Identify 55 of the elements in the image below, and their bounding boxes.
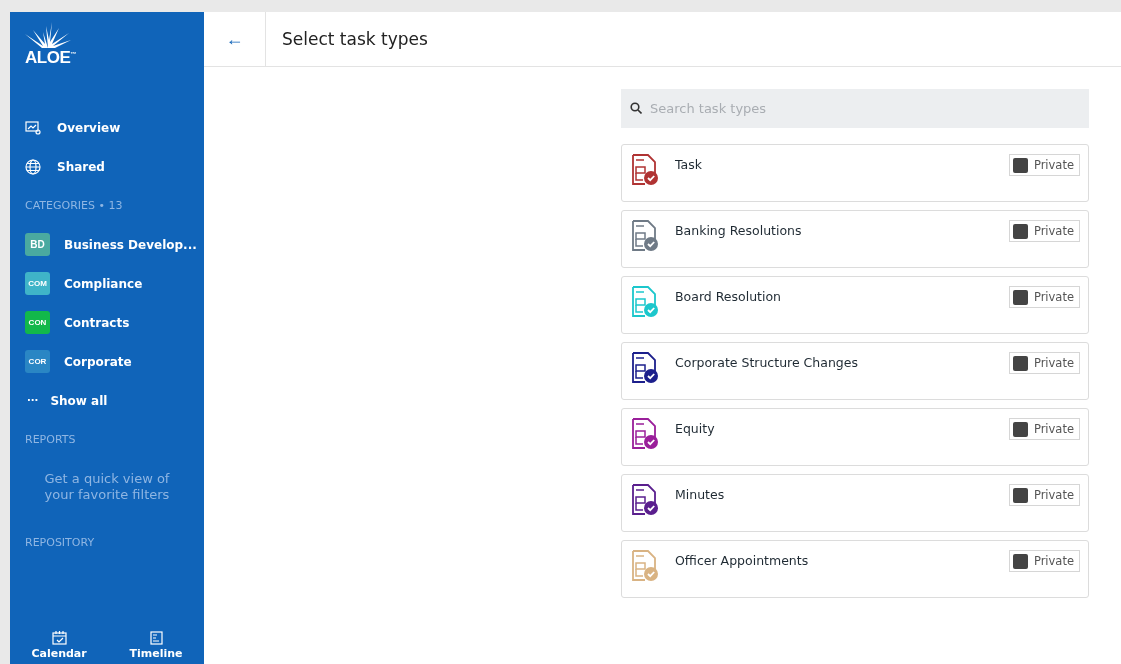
category-label: Corporate [64,354,132,369]
nav-item[interactable]: Overview [10,108,204,147]
nav-item[interactable]: Shared [10,147,204,186]
empty-reports-text: Get a quick view of your favorite filters [43,470,171,504]
logo-burst-icon [25,22,71,48]
calendar-icon [51,631,67,645]
category-label: Contracts [64,315,130,330]
task-type-card[interactable]: Board Resolution Private [621,276,1089,334]
timeline-icon [149,631,163,645]
nav-label: Overview [57,120,121,135]
section-heading: CATEGORIES • 13 [24,198,124,214]
task-type-card[interactable]: Officer Appointments Private [621,540,1089,598]
task-type-name: Task [675,156,703,172]
task-type-card[interactable]: Minutes Private [621,474,1089,532]
category-badge: COR [25,350,50,373]
bottom-nav-button[interactable]: Timeline [129,631,183,660]
search-field[interactable]: Search task types [621,89,1089,128]
private-checkbox[interactable]: Private [1008,484,1080,506]
category-item[interactable]: COR Corporate [10,342,204,381]
category-label: Compliance [64,276,143,291]
category-badge: COM [25,272,50,295]
show-all-label: Show all [50,393,108,408]
private-checkbox[interactable]: Private [1008,352,1080,374]
category-label: Business Develop... [64,237,197,252]
category-item[interactable]: BD Business Develop... [10,225,204,264]
chart-icon [25,120,41,135]
task-type-card[interactable]: Banking Resolutions Private [621,210,1089,268]
task-type-name: Corporate Structure Changes [675,354,859,370]
task-type-card[interactable]: Equity Private [621,408,1089,466]
category-item[interactable]: COM Compliance [10,264,204,303]
category-item[interactable]: CON Contracts [10,303,204,342]
task-type-name: Minutes [675,486,726,502]
task-type-card[interactable]: Task Private [621,144,1089,202]
ellipsis-icon: ··· [27,395,39,406]
category-badge: BD [25,233,50,256]
bottom-nav-button[interactable]: Calendar [31,631,87,660]
private-checkbox[interactable]: Private [1008,154,1080,176]
section-heading: REPOSITORY [24,535,96,551]
private-checkbox[interactable]: Private [1008,220,1080,242]
back-button[interactable]: ← [204,12,266,66]
globe-icon [25,158,41,175]
task-type-card[interactable]: Corporate Structure Changes Private [621,342,1089,400]
task-type-name: Board Resolution [675,288,783,304]
task-type-name: Equity [675,420,716,436]
section-heading: REPORTS [24,432,77,448]
private-checkbox[interactable]: Private [1008,286,1080,308]
page-title: Select task types [282,29,428,49]
task-type-name: Officer Appointments [675,552,810,568]
category-badge: CON [25,311,50,334]
logo-text: ALOE$^{™}$ [25,48,76,68]
show-all-link[interactable]: ··· Show all [10,381,204,420]
nav-label: Shared [57,159,105,174]
private-checkbox[interactable]: Private [1008,550,1080,572]
private-checkbox[interactable]: Private [1008,418,1080,440]
task-type-name: Banking Resolutions [675,222,803,238]
